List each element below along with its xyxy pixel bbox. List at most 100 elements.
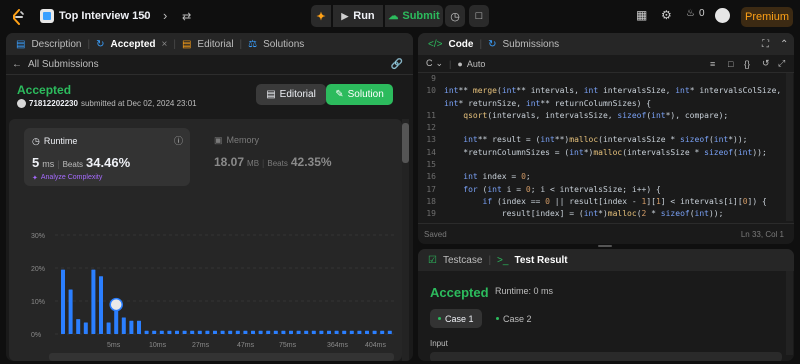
- braces-icon[interactable]: {}: [744, 59, 750, 69]
- panel-resize-handle[interactable]: [598, 245, 612, 247]
- code-line[interactable]: 13 int** result = (int**)malloc(interval…: [418, 134, 788, 146]
- histogram-bar: [129, 320, 134, 334]
- code-line[interactable]: int* returnSize, int** returnColumnSizes…: [418, 98, 788, 110]
- result-scrollbar[interactable]: [786, 271, 793, 355]
- code-line[interactable]: 18 if (index == 0 || result[index - 1][1…: [418, 196, 788, 208]
- tab-description[interactable]: Description: [31, 39, 81, 50]
- solution-button[interactable]: ✎ Solution: [326, 84, 393, 105]
- code-scrollbar[interactable]: [786, 73, 793, 221]
- settings-gear-icon[interactable]: ⚙: [661, 8, 672, 22]
- problem-list-icon[interactable]: [40, 9, 54, 23]
- close-tab-icon[interactable]: ×: [162, 39, 168, 50]
- timer-icon[interactable]: ◷: [445, 5, 465, 27]
- code-line[interactable]: 11 qsort(intervals, intervalsSize, sizeo…: [418, 110, 788, 122]
- submission-meta: 71812202230 submitted at Dec 02, 2024 23…: [17, 99, 197, 108]
- editor-toolbar: C ⌄ | ● Auto ≡ □ {} ↺ ⤢: [418, 55, 794, 73]
- auto-mode[interactable]: Auto: [467, 59, 486, 69]
- x-tick-label: 364ms: [327, 342, 349, 349]
- histogram-bar: [304, 330, 309, 334]
- fullscreen-icon[interactable]: ⤢: [778, 58, 785, 69]
- histogram-bar: [349, 330, 354, 334]
- tab-code[interactable]: Code: [448, 39, 473, 50]
- line-number: 18: [426, 196, 436, 206]
- x-tick-label: 75ms: [279, 342, 297, 349]
- saved-status: Saved: [424, 230, 447, 239]
- next-problem-icon[interactable]: ›: [163, 8, 167, 23]
- tab-editorial[interactable]: Editorial: [197, 39, 233, 50]
- case-2-tab[interactable]: Case 2: [488, 309, 540, 328]
- runtime-value: 5: [32, 155, 40, 170]
- analyze-complexity-link[interactable]: ✦ Analyze Complexity: [32, 174, 102, 182]
- pass-dot-icon: [496, 317, 499, 320]
- editorial-button[interactable]: ▤ Editorial: [256, 84, 326, 105]
- tab-testcase[interactable]: Testcase: [443, 255, 482, 266]
- code-line[interactable]: 15: [418, 159, 788, 171]
- link-icon[interactable]: 🔗: [391, 59, 403, 70]
- runtime-card[interactable]: ◷ Runtime ⓘ 5 ms | Beats 34.46% ✦ Analyz…: [24, 128, 190, 186]
- collapse-icon[interactable]: ⌃: [780, 39, 788, 50]
- histogram-bar: [296, 330, 301, 334]
- x-tick-label: 5ms: [107, 342, 121, 349]
- histogram-bar: [121, 317, 126, 334]
- back-arrow-icon: ←: [12, 59, 22, 70]
- histogram-bar: [334, 330, 339, 334]
- all-submissions-link[interactable]: ← All Submissions 🔗: [6, 55, 413, 75]
- problem-list-title[interactable]: Top Interview 150: [59, 10, 151, 22]
- line-number: 10: [426, 86, 436, 96]
- notes-icon[interactable]: □: [469, 5, 489, 27]
- language-select[interactable]: C ⌄: [426, 58, 443, 69]
- code-text: int* returnSize, int** returnColumnSizes…: [444, 98, 652, 108]
- format-icon[interactable]: ≡: [710, 59, 715, 69]
- clock-icon: ◷: [32, 136, 40, 146]
- top-bar: Top Interview 150 ‹ › ⇄ ✦ ▶ Run ☁ Submit…: [0, 0, 800, 33]
- premium-button[interactable]: Premium: [741, 7, 793, 27]
- histogram-bar: [61, 269, 65, 334]
- code-text: for (int i = 0; i < intervalsSize; i++) …: [463, 184, 661, 194]
- tab-solutions[interactable]: Solutions: [263, 39, 304, 50]
- tab-submissions[interactable]: Submissions: [502, 39, 559, 50]
- line-number: 15: [426, 160, 436, 170]
- histogram-bar: [319, 330, 324, 334]
- streak-counter[interactable]: ♨ 0: [686, 8, 705, 19]
- line-number: 13: [426, 135, 436, 145]
- code-editor[interactable]: 9 10 int** merge(int** intervals, int inte…: [418, 73, 788, 221]
- bookmark-icon[interactable]: □: [728, 59, 733, 69]
- left-scrollbar-thumb[interactable]: [402, 123, 409, 163]
- reset-icon[interactable]: ↺: [762, 58, 770, 69]
- debug-icon[interactable]: ✦: [311, 5, 331, 27]
- submit-button[interactable]: ☁ Submit: [385, 5, 443, 27]
- info-icon[interactable]: ⓘ: [174, 134, 183, 147]
- your-submission-marker[interactable]: [109, 297, 123, 312]
- runtime-unit: ms: [42, 159, 55, 169]
- case-1-tab[interactable]: Case 1: [430, 309, 482, 328]
- prev-problem-icon[interactable]: ‹: [143, 8, 147, 23]
- code-line[interactable]: 14 *returnColumnSizes = (int*)malloc(int…: [418, 147, 788, 159]
- layout-icon[interactable]: ▦: [636, 8, 647, 22]
- leetcode-logo-icon[interactable]: [10, 9, 26, 25]
- y-tick-label: 20%: [31, 266, 45, 273]
- histogram-bar: [266, 330, 271, 334]
- code-line[interactable]: 10 int** merge(int** intervals, int inter…: [418, 85, 788, 97]
- tab-test-result[interactable]: Test Result: [514, 255, 567, 266]
- histogram-bar: [228, 330, 233, 334]
- code-line[interactable]: 19 result[index] = (int*)malloc(2 * size…: [418, 208, 788, 220]
- edit-icon: ✎: [335, 89, 344, 100]
- run-button[interactable]: ▶ Run: [333, 5, 383, 27]
- code-line[interactable]: 17 for (int i = 0; i < intervalsSize; i+…: [418, 184, 788, 196]
- expand-icon[interactable]: ⛶: [762, 39, 769, 50]
- shuffle-icon[interactable]: ⇄: [182, 10, 191, 23]
- tab-accepted[interactable]: Accepted: [110, 39, 155, 50]
- histogram-bar: [114, 307, 119, 334]
- username[interactable]: 71812202230: [29, 99, 78, 108]
- lock-icon: ●: [457, 58, 463, 69]
- code-line[interactable]: 16 int index = 0;: [418, 171, 788, 183]
- histogram-bar: [327, 330, 331, 334]
- memory-card[interactable]: ▣ Memory 18.07 MB | Beats 42.35%: [214, 135, 332, 169]
- user-avatar[interactable]: [715, 8, 730, 23]
- range-overview-strip[interactable]: [49, 353, 394, 361]
- code-line[interactable]: 9: [418, 73, 788, 85]
- runtime-distribution-chart[interactable]: 30% 20% 10% 0% 5ms 10ms 27ms 47ms 75ms 364ms 404ms: [9, 199, 402, 361]
- code-line[interactable]: 12: [418, 122, 788, 134]
- input-label: Input: [430, 339, 448, 348]
- code-text: int index = 0;: [463, 172, 531, 182]
